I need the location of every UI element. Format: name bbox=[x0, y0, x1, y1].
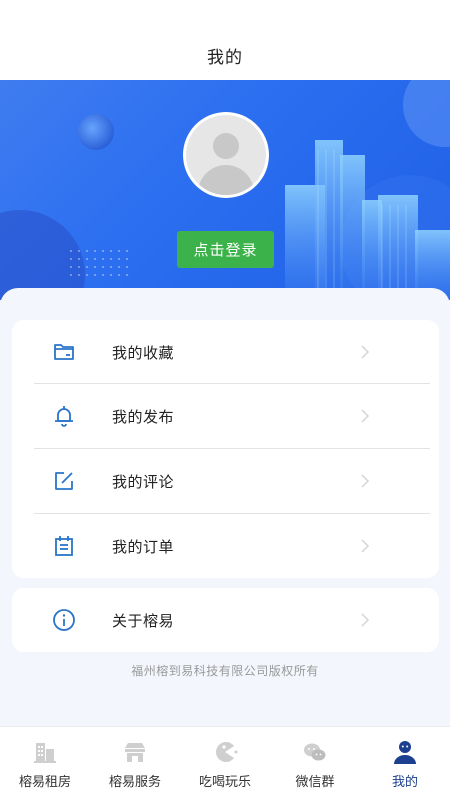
pacman-icon bbox=[216, 742, 238, 762]
menu-item-favorites[interactable]: 我的收藏 bbox=[12, 320, 439, 384]
edit-icon bbox=[55, 472, 73, 490]
page-title: 我的 bbox=[207, 47, 243, 67]
tab-label: 微信群 bbox=[295, 774, 335, 789]
menu-item-comments[interactable]: 我的评论 bbox=[12, 449, 439, 513]
chevron-right-icon bbox=[361, 539, 370, 553]
bell-icon bbox=[55, 406, 73, 427]
bottom-tab-bar: 榕易租房 榕易服务 吃喝玩乐 微信群 我的 bbox=[0, 726, 450, 800]
tab-label: 榕易服务 bbox=[108, 774, 161, 789]
menu-item-label: 我的订单 bbox=[112, 538, 175, 556]
copyright-text: 福州榕到易科技有限公司版权所有 bbox=[131, 664, 319, 678]
tab-label: 榕易租房 bbox=[18, 774, 71, 789]
tab-rent[interactable]: 榕易租房 bbox=[0, 727, 90, 800]
chevron-right-icon bbox=[361, 345, 370, 359]
about-label: 关于榕易 bbox=[112, 612, 175, 630]
user-icon bbox=[394, 741, 416, 764]
tab-services[interactable]: 榕易服务 bbox=[90, 727, 180, 800]
top-header: 我的 bbox=[0, 30, 450, 80]
wechat-icon bbox=[304, 743, 326, 761]
menu-item-label: 我的收藏 bbox=[112, 344, 175, 362]
tab-mine[interactable]: 我的 bbox=[360, 727, 450, 800]
chevron-right-icon bbox=[361, 613, 370, 627]
tab-label: 吃喝玩乐 bbox=[198, 774, 251, 789]
folder-icon bbox=[54, 344, 74, 360]
tab-entertainment[interactable]: 吃喝玩乐 bbox=[180, 727, 270, 800]
order-icon bbox=[55, 536, 73, 556]
about-card: 关于榕易 bbox=[12, 588, 439, 652]
status-bar bbox=[0, 0, 450, 30]
avatar[interactable] bbox=[183, 112, 269, 198]
menu-item-publish[interactable]: 我的发布 bbox=[12, 384, 439, 448]
chevron-right-icon bbox=[361, 474, 370, 488]
chevron-right-icon bbox=[361, 409, 370, 423]
menu-item-label: 我的发布 bbox=[112, 408, 175, 426]
shop-icon bbox=[125, 743, 145, 762]
info-icon bbox=[53, 609, 75, 631]
tab-wechat-group[interactable]: 微信群 bbox=[270, 727, 360, 800]
default-avatar-icon bbox=[186, 115, 266, 195]
tab-label: 我的 bbox=[391, 774, 418, 789]
menu-item-label: 我的评论 bbox=[112, 473, 175, 491]
login-button[interactable]: 点击登录 bbox=[177, 231, 274, 268]
menu-item-orders[interactable]: 我的订单 bbox=[12, 514, 439, 578]
building-icon bbox=[34, 743, 56, 763]
menu-item-about[interactable]: 关于榕易 bbox=[12, 588, 439, 652]
menu-card: 我的收藏 我的发布 我的评论 我的订单 bbox=[12, 320, 439, 578]
